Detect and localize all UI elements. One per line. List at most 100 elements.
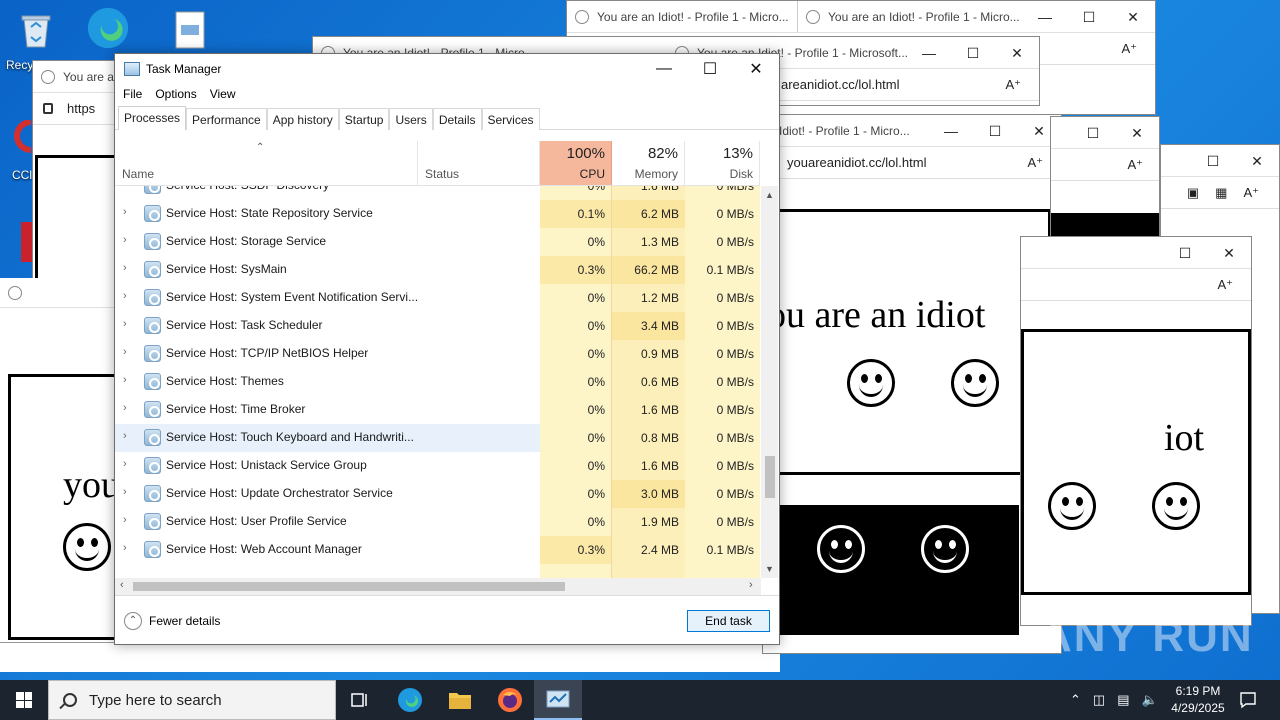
edge-desktop-icon[interactable] [86,7,130,49]
chevron-right-icon[interactable]: › [123,318,127,330]
task-manager-taskbar-icon[interactable] [534,680,582,720]
chevron-right-icon[interactable]: › [123,290,127,302]
chevron-up-icon[interactable]: ⌃ [1070,692,1081,708]
table-row[interactable]: › Service Host: SSDP Discovery 0%1.6 MB0 M… [115,186,760,200]
read-aloud-icon[interactable]: A⁺ [1027,155,1043,171]
close-icon[interactable]: ✕ [1235,153,1279,170]
network-icon[interactable]: ◫ [1093,692,1105,708]
menu-file[interactable]: File [123,84,149,104]
scroll-thumb[interactable] [133,582,565,591]
browser-window-right-2[interactable]: ☐ ✕ A⁺ iot [1020,236,1252,626]
table-row[interactable]: › Service Host: System Event Notification… [115,284,760,312]
chevron-up-icon[interactable]: ⌃ [124,612,142,630]
table-row[interactable]: › Service Host: TCP/IP NetBIOS Helper 0% 0.… [115,340,760,368]
maximize-icon[interactable]: ☐ [951,45,995,62]
chevron-right-icon[interactable]: › [123,206,127,218]
close-icon[interactable]: ✕ [1207,245,1251,262]
scroll-down-icon[interactable]: ▼ [765,564,774,574]
end-task-button[interactable]: End task [687,610,770,632]
column-disk[interactable]: 13% Disk [685,141,760,185]
minimize-icon[interactable]: — [1023,9,1067,25]
fewer-details-link[interactable]: Fewer details [149,614,220,628]
menu-view[interactable]: View [210,84,243,104]
close-icon[interactable]: ✕ [1115,125,1159,142]
chevron-right-icon[interactable]: › [123,542,127,554]
table-row[interactable]: › Service Host: Task Scheduler 0% 3.4 MB 0 M… [115,312,760,340]
column-status[interactable]: Status [418,141,540,185]
chevron-right-icon[interactable]: › [123,374,127,386]
tab-processes[interactable]: Processes [118,106,187,130]
chevron-right-icon[interactable]: › [123,402,127,414]
table-row[interactable]: › Service Host: Touch Keyboard and Handwr… [115,424,760,452]
maximize-icon[interactable]: ☐ [973,123,1017,140]
maximize-button[interactable]: ☐ [687,54,733,84]
menu-options[interactable]: Options [155,84,203,104]
volume-icon[interactable]: 🔈 [1142,692,1158,708]
maximize-icon[interactable]: ☐ [1071,125,1115,142]
taskbar-search[interactable]: Type here to search [48,680,336,720]
scroll-up-icon[interactable]: ▲ [765,190,774,200]
tab-performance[interactable]: Performance [186,108,267,130]
image-file-icon[interactable] [168,10,212,50]
minimize-icon[interactable]: — [907,45,951,61]
minimize-button[interactable]: — [641,54,687,84]
chevron-right-icon[interactable]: › [123,234,127,246]
address-bar[interactable]: youareanidiot.cc/lol.html [787,155,926,170]
table-row[interactable]: › Service Host: User Profile Service 0% 1.9… [115,508,760,536]
tab-users[interactable]: Users [389,108,433,130]
table-row[interactable]: › Service Host: Storage Service 0% 1.3 MB 0 … [115,228,760,256]
table-row[interactable]: › Service Host: Unistack Service Group 0% 1… [115,452,760,480]
horizontal-scrollbar[interactable]: ‹ › [115,578,761,595]
file-explorer-icon[interactable] [436,680,484,720]
read-aloud-icon[interactable]: A⁺ [1005,77,1021,93]
read-aloud-icon[interactable]: A⁺ [1243,185,1259,201]
chevron-right-icon[interactable]: › [123,514,127,526]
table-row[interactable]: › Service Host: State Repository Service 0… [115,200,760,228]
tab-app-history[interactable]: App history [266,108,339,130]
read-aloud-icon[interactable]: A⁺ [1127,157,1143,173]
table-row[interactable]: › Service Host: Time Broker 0% 1.6 MB 0 MB/s [115,396,760,424]
chevron-right-icon[interactable]: › [123,486,127,498]
close-button[interactable]: ✕ [733,54,779,84]
maximize-icon[interactable]: ☐ [1163,245,1207,262]
tab-services[interactable]: Services [481,108,540,130]
chevron-right-icon[interactable]: › [123,458,127,470]
ethernet-icon[interactable]: ▤ [1117,692,1129,708]
column-cpu[interactable]: 100% CPU [540,141,612,185]
scroll-left-icon[interactable]: ‹ [120,579,124,591]
scroll-right-icon[interactable]: › [749,579,753,591]
table-row[interactable]: › Service Host: Update Orchestrator Servi… [115,480,760,508]
task-manager-window[interactable]: Task Manager — ☐ ✕ File Options View Pro… [114,53,780,645]
tab-startup[interactable]: Startup [338,108,390,130]
start-button[interactable] [0,680,48,720]
close-icon[interactable]: ✕ [1111,9,1155,26]
browser-window-main[interactable]: Idiot! - Profile 1 - Micro... — ☐ ✕ youare… [762,114,1062,654]
address-bar[interactable]: areanidiot.cc/lol.html [781,77,900,92]
recycle-bin-icon[interactable] [14,10,58,50]
maximize-icon[interactable]: ☐ [1191,153,1235,170]
table-row[interactable]: › Service Host: SysMain 0.3% 66.2 MB 0.1 MB/… [115,256,760,284]
address-bar[interactable]: https [67,101,95,116]
read-aloud-icon[interactable]: A⁺ [1217,277,1233,293]
scroll-thumb[interactable] [765,456,775,498]
table-row[interactable]: › Service Host: Themes 0% 0.6 MB 0 MB/s [115,368,760,396]
column-name[interactable]: Name [115,141,418,185]
firefox-icon[interactable] [486,680,534,720]
minimize-icon[interactable]: — [929,123,973,139]
chevron-right-icon[interactable]: › [123,262,127,274]
chevron-right-icon[interactable]: › [123,430,127,442]
tab-details[interactable]: Details [432,108,482,130]
read-aloud-icon[interactable]: A⁺ [1121,41,1137,57]
apps-icon[interactable]: ▦ [1215,185,1227,201]
chevron-right-icon[interactable]: › [123,186,127,190]
vertical-scrollbar[interactable]: ▲ ▼ [761,186,778,578]
chevron-right-icon[interactable]: › [123,346,127,358]
column-memory[interactable]: 82% Memory [612,141,685,185]
edge-taskbar-icon[interactable] [386,680,434,720]
maximize-icon[interactable]: ☐ [1067,9,1111,26]
task-view-icon[interactable] [336,680,384,720]
table-row[interactable] [115,564,760,578]
notifications-icon[interactable] [1224,680,1272,720]
tab-icon[interactable]: ▣ [1187,185,1199,201]
close-icon[interactable]: ✕ [995,45,1039,62]
